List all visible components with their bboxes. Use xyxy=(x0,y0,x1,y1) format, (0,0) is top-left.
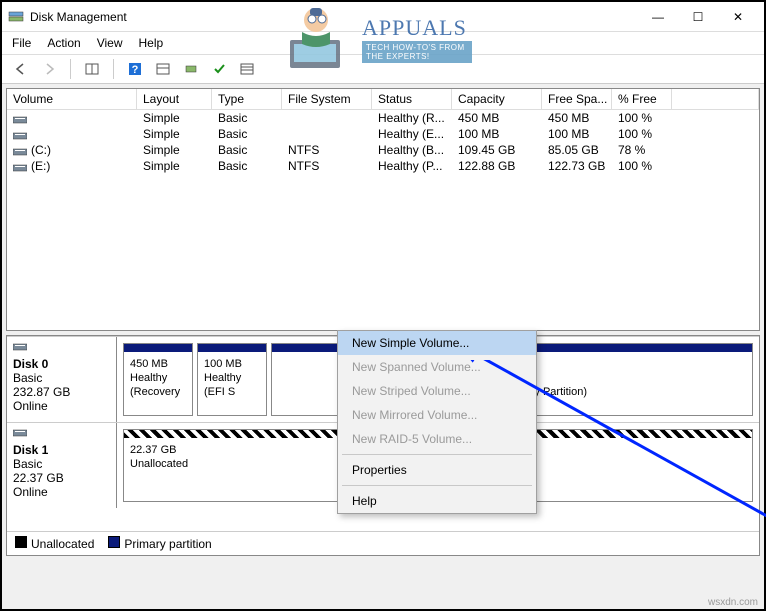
menu-action[interactable]: Action xyxy=(47,36,80,50)
col-free[interactable]: Free Spa... xyxy=(542,89,612,110)
volume-list: Volume Layout Type File System Status Ca… xyxy=(6,88,760,331)
context-menu-separator xyxy=(342,454,532,455)
minimize-button[interactable]: — xyxy=(638,2,678,32)
volume-row[interactable]: SimpleBasicHealthy (R...450 MB450 MB100 … xyxy=(7,110,759,126)
menu-file[interactable]: File xyxy=(12,36,31,50)
partition[interactable]: 450 MBHealthy (Recovery xyxy=(123,343,193,416)
context-menu-item: New Striped Volume... xyxy=(338,379,536,403)
context-menu-item[interactable]: Properties xyxy=(338,458,536,482)
toolbar-icon-1[interactable] xyxy=(81,58,103,80)
disk-icon xyxy=(13,114,27,124)
col-capacity[interactable]: Capacity xyxy=(452,89,542,110)
forward-button[interactable] xyxy=(38,58,60,80)
volume-row[interactable]: SimpleBasicHealthy (E...100 MB100 MB100 … xyxy=(7,126,759,142)
legend-primary: Primary partition xyxy=(124,537,211,551)
volume-rows[interactable]: SimpleBasicHealthy (R...450 MB450 MB100 … xyxy=(7,110,759,330)
context-menu-item: New Mirrored Volume... xyxy=(338,403,536,427)
menu-view[interactable]: View xyxy=(97,36,123,50)
partition[interactable]: 100 MBHealthy (EFI S xyxy=(197,343,267,416)
svg-text:?: ? xyxy=(132,64,139,76)
context-menu[interactable]: New Simple Volume...New Spanned Volume..… xyxy=(337,330,537,514)
help-icon[interactable]: ? xyxy=(124,58,146,80)
disk-label[interactable]: Disk 1Basic22.37 GBOnline xyxy=(7,423,117,508)
legend-swatch-unallocated xyxy=(15,536,27,548)
toolbar-icon-3[interactable] xyxy=(180,58,202,80)
col-layout[interactable]: Layout xyxy=(137,89,212,110)
toolbar-icon-4[interactable] xyxy=(208,58,230,80)
col-pct[interactable]: % Free xyxy=(612,89,672,110)
context-menu-item[interactable]: New Simple Volume... xyxy=(338,331,536,355)
legend-swatch-primary xyxy=(108,536,120,548)
disk-icon xyxy=(13,146,27,156)
back-button[interactable] xyxy=(10,58,32,80)
context-menu-item[interactable]: Help xyxy=(338,489,536,513)
maximize-button[interactable]: ☐ xyxy=(678,2,718,32)
watermark: APPUALS TECH HOW-TO'S FROM THE EXPERTS! xyxy=(272,4,472,74)
disk-label[interactable]: Disk 0Basic232.87 GBOnline xyxy=(7,337,117,422)
col-fs[interactable]: File System xyxy=(282,89,372,110)
context-menu-item: New Spanned Volume... xyxy=(338,355,536,379)
volume-header: Volume Layout Type File System Status Ca… xyxy=(7,89,759,110)
volume-row[interactable]: (E:)SimpleBasicNTFSHealthy (P...122.88 G… xyxy=(7,158,759,174)
watermark-tag: TECH HOW-TO'S FROM THE EXPERTS! xyxy=(362,41,472,63)
menu-help[interactable]: Help xyxy=(139,36,164,50)
col-type[interactable]: Type xyxy=(212,89,282,110)
legend: Unallocated Primary partition xyxy=(7,531,759,555)
context-menu-separator xyxy=(342,485,532,486)
app-icon xyxy=(8,9,24,25)
col-status[interactable]: Status xyxy=(372,89,452,110)
source-text: wsxdn.com xyxy=(708,597,758,608)
watermark-brand: APPUALS xyxy=(362,15,472,41)
disk-icon xyxy=(13,162,27,172)
toolbar-icon-2[interactable] xyxy=(152,58,174,80)
legend-unallocated: Unallocated xyxy=(31,537,94,551)
context-menu-item: New RAID-5 Volume... xyxy=(338,427,536,451)
disk-icon xyxy=(13,130,27,140)
close-button[interactable]: ✕ xyxy=(718,2,758,32)
col-volume[interactable]: Volume xyxy=(7,89,137,110)
toolbar-icon-5[interactable] xyxy=(236,58,258,80)
volume-row[interactable]: (C:)SimpleBasicNTFSHealthy (B...109.45 G… xyxy=(7,142,759,158)
